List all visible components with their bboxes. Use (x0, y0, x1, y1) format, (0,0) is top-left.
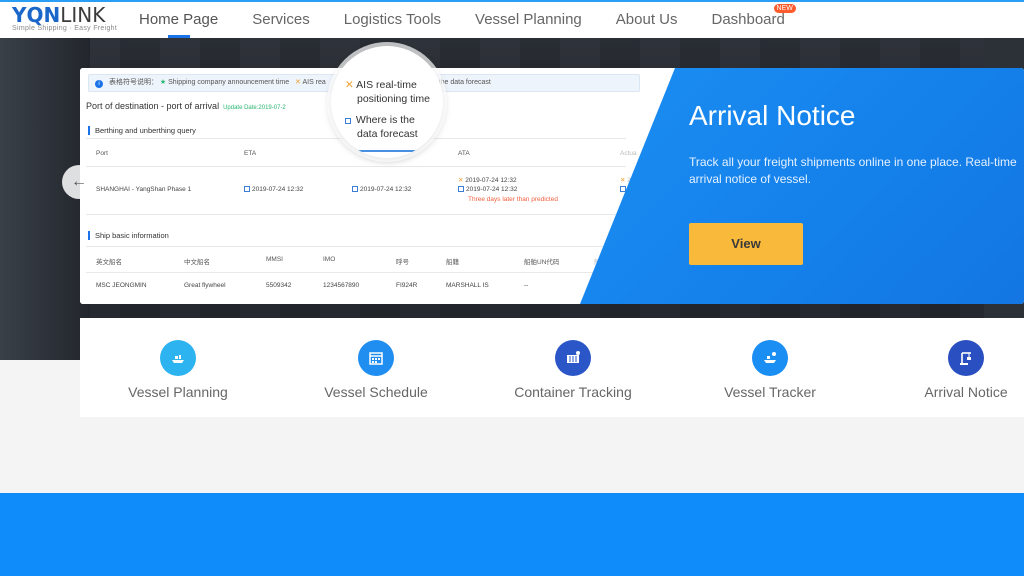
cell-eta: 2019-07-24 12:32 (244, 186, 303, 193)
magnifier-lens: ✕ AIS real-time positioning time Where i… (331, 46, 443, 158)
new-badge: NEW (773, 4, 796, 13)
magnifier-line-where: Where is the (345, 113, 415, 127)
col-port: Port (96, 150, 108, 157)
col-eta: ETA (244, 150, 257, 157)
cell-imo: 1234567890 (323, 282, 360, 289)
logo-text: YQNLINK (12, 3, 106, 27)
cell-ata-2: 2019-07-24 12:32 (458, 186, 517, 193)
divider (86, 272, 626, 273)
feature-label: Vessel Tracker (724, 384, 816, 400)
berthing-heading: Berthing and unberthing query (88, 126, 196, 135)
col-actual: Actua (620, 150, 637, 157)
divider (86, 214, 626, 215)
nav-home-page[interactable]: Home Page (122, 2, 235, 38)
cell-chinese-name: Great flywheel (184, 282, 226, 289)
cell-port: SHANGHAI - YangShan Phase 1 (96, 186, 192, 193)
nav-dashboard[interactable]: Dashboard NEW (694, 2, 801, 38)
col-callsign: 呼号 (396, 259, 409, 266)
logo[interactable]: YQNLINK Simple Shipping · Easy Freight (12, 4, 117, 32)
calendar-icon (345, 118, 351, 124)
col-mmsi: MMSI (266, 256, 283, 263)
hero-banner: i 表格符号说明： ★ Shipping company announcemen… (0, 38, 1024, 360)
col-imo: IMO (323, 256, 336, 263)
feature-vessel-planning[interactable]: Vessel Planning (80, 318, 276, 417)
update-date: Update Date:2019-07-2 (223, 105, 286, 111)
feature-arrival-notice[interactable]: Arrival Notice (868, 318, 1024, 417)
star-icon: ★ (159, 79, 167, 86)
main-nav: Home Page Services Logistics Tools Vesse… (122, 2, 802, 38)
magnifier-underline (353, 150, 423, 152)
feature-row: Vessel Planning Vessel Schedule Containe… (80, 318, 1024, 417)
ship-icon (160, 340, 196, 376)
calendar-icon (458, 186, 464, 192)
col-ata: ATA (458, 150, 470, 157)
feature-label: Vessel Schedule (324, 384, 428, 400)
calendar-icon (352, 186, 358, 192)
carousel-prev-button[interactable]: ← (62, 165, 96, 199)
divider (86, 166, 626, 167)
col-english-name: 英文船名 (96, 259, 122, 266)
container-icon (555, 340, 591, 376)
cell-ata-1: ✕ 2019-07-24 12:32 (458, 177, 517, 184)
hero-background-left (0, 38, 90, 360)
footer-section (0, 493, 1024, 576)
cell-un-code: -- (524, 282, 529, 289)
feature-label: Vessel Planning (128, 384, 228, 400)
section-title: Port of destination - port of arrival Upd… (86, 101, 286, 111)
arrival-notice-title: Arrival Notice (689, 100, 856, 131)
arrow-left-icon: ← (71, 173, 87, 190)
view-button[interactable]: View (689, 223, 803, 265)
magnifier-line-ais: ✕ AIS real-time (345, 79, 417, 91)
cell-col3: 2019-07-24 12:32 (352, 186, 411, 193)
nav-logistics-tools[interactable]: Logistics Tools (327, 2, 458, 38)
ship-tracker-icon (752, 340, 788, 376)
feature-container-tracking[interactable]: Container Tracking (475, 318, 671, 417)
feature-label: Container Tracking (514, 384, 632, 400)
top-navigation-bar: YQNLINK Simple Shipping · Easy Freight H… (0, 0, 1024, 38)
cell-flag: MARSHALL IS (446, 282, 489, 289)
cell-callsign: FI924R (396, 282, 418, 289)
nav-dashboard-label: Dashboard (711, 11, 785, 28)
feature-label: Arrival Notice (924, 384, 1008, 400)
col-chinese-name: 中文船名 (184, 259, 210, 266)
nav-vessel-planning[interactable]: Vessel Planning (458, 2, 599, 38)
arrival-notice-description: Track all your freight shipments online … (689, 155, 1017, 186)
logo-tagline: Simple Shipping · Easy Freight (12, 25, 118, 32)
col-un-code: 船舶UN代码 (524, 259, 560, 266)
cell-english-name: MSC JEONGMIN (96, 282, 147, 289)
feature-vessel-schedule[interactable]: Vessel Schedule (278, 318, 474, 417)
feature-vessel-tracker[interactable]: Vessel Tracker (672, 318, 868, 417)
ship-info-heading: Ship basic information (88, 231, 169, 240)
info-icon: i (95, 80, 103, 88)
x-mark-icon: ✕ (345, 79, 354, 91)
magnifier-line-positioning: positioning time (357, 93, 430, 105)
cell-mmsi: 5509342 (266, 282, 292, 289)
nav-services[interactable]: Services (235, 2, 327, 38)
x-mark-icon: ✕ (295, 79, 301, 86)
calendar-icon (244, 186, 250, 192)
delay-note: Three days later than predicted (468, 196, 558, 203)
magnifier-line-forecast: data forecast (357, 128, 418, 140)
calendar-icon (358, 340, 394, 376)
crane-icon (948, 340, 984, 376)
col-flag: 船籍 (446, 259, 459, 266)
x-mark-icon: ✕ (458, 177, 464, 184)
nav-about-us[interactable]: About Us (599, 2, 695, 38)
divider (86, 246, 626, 247)
